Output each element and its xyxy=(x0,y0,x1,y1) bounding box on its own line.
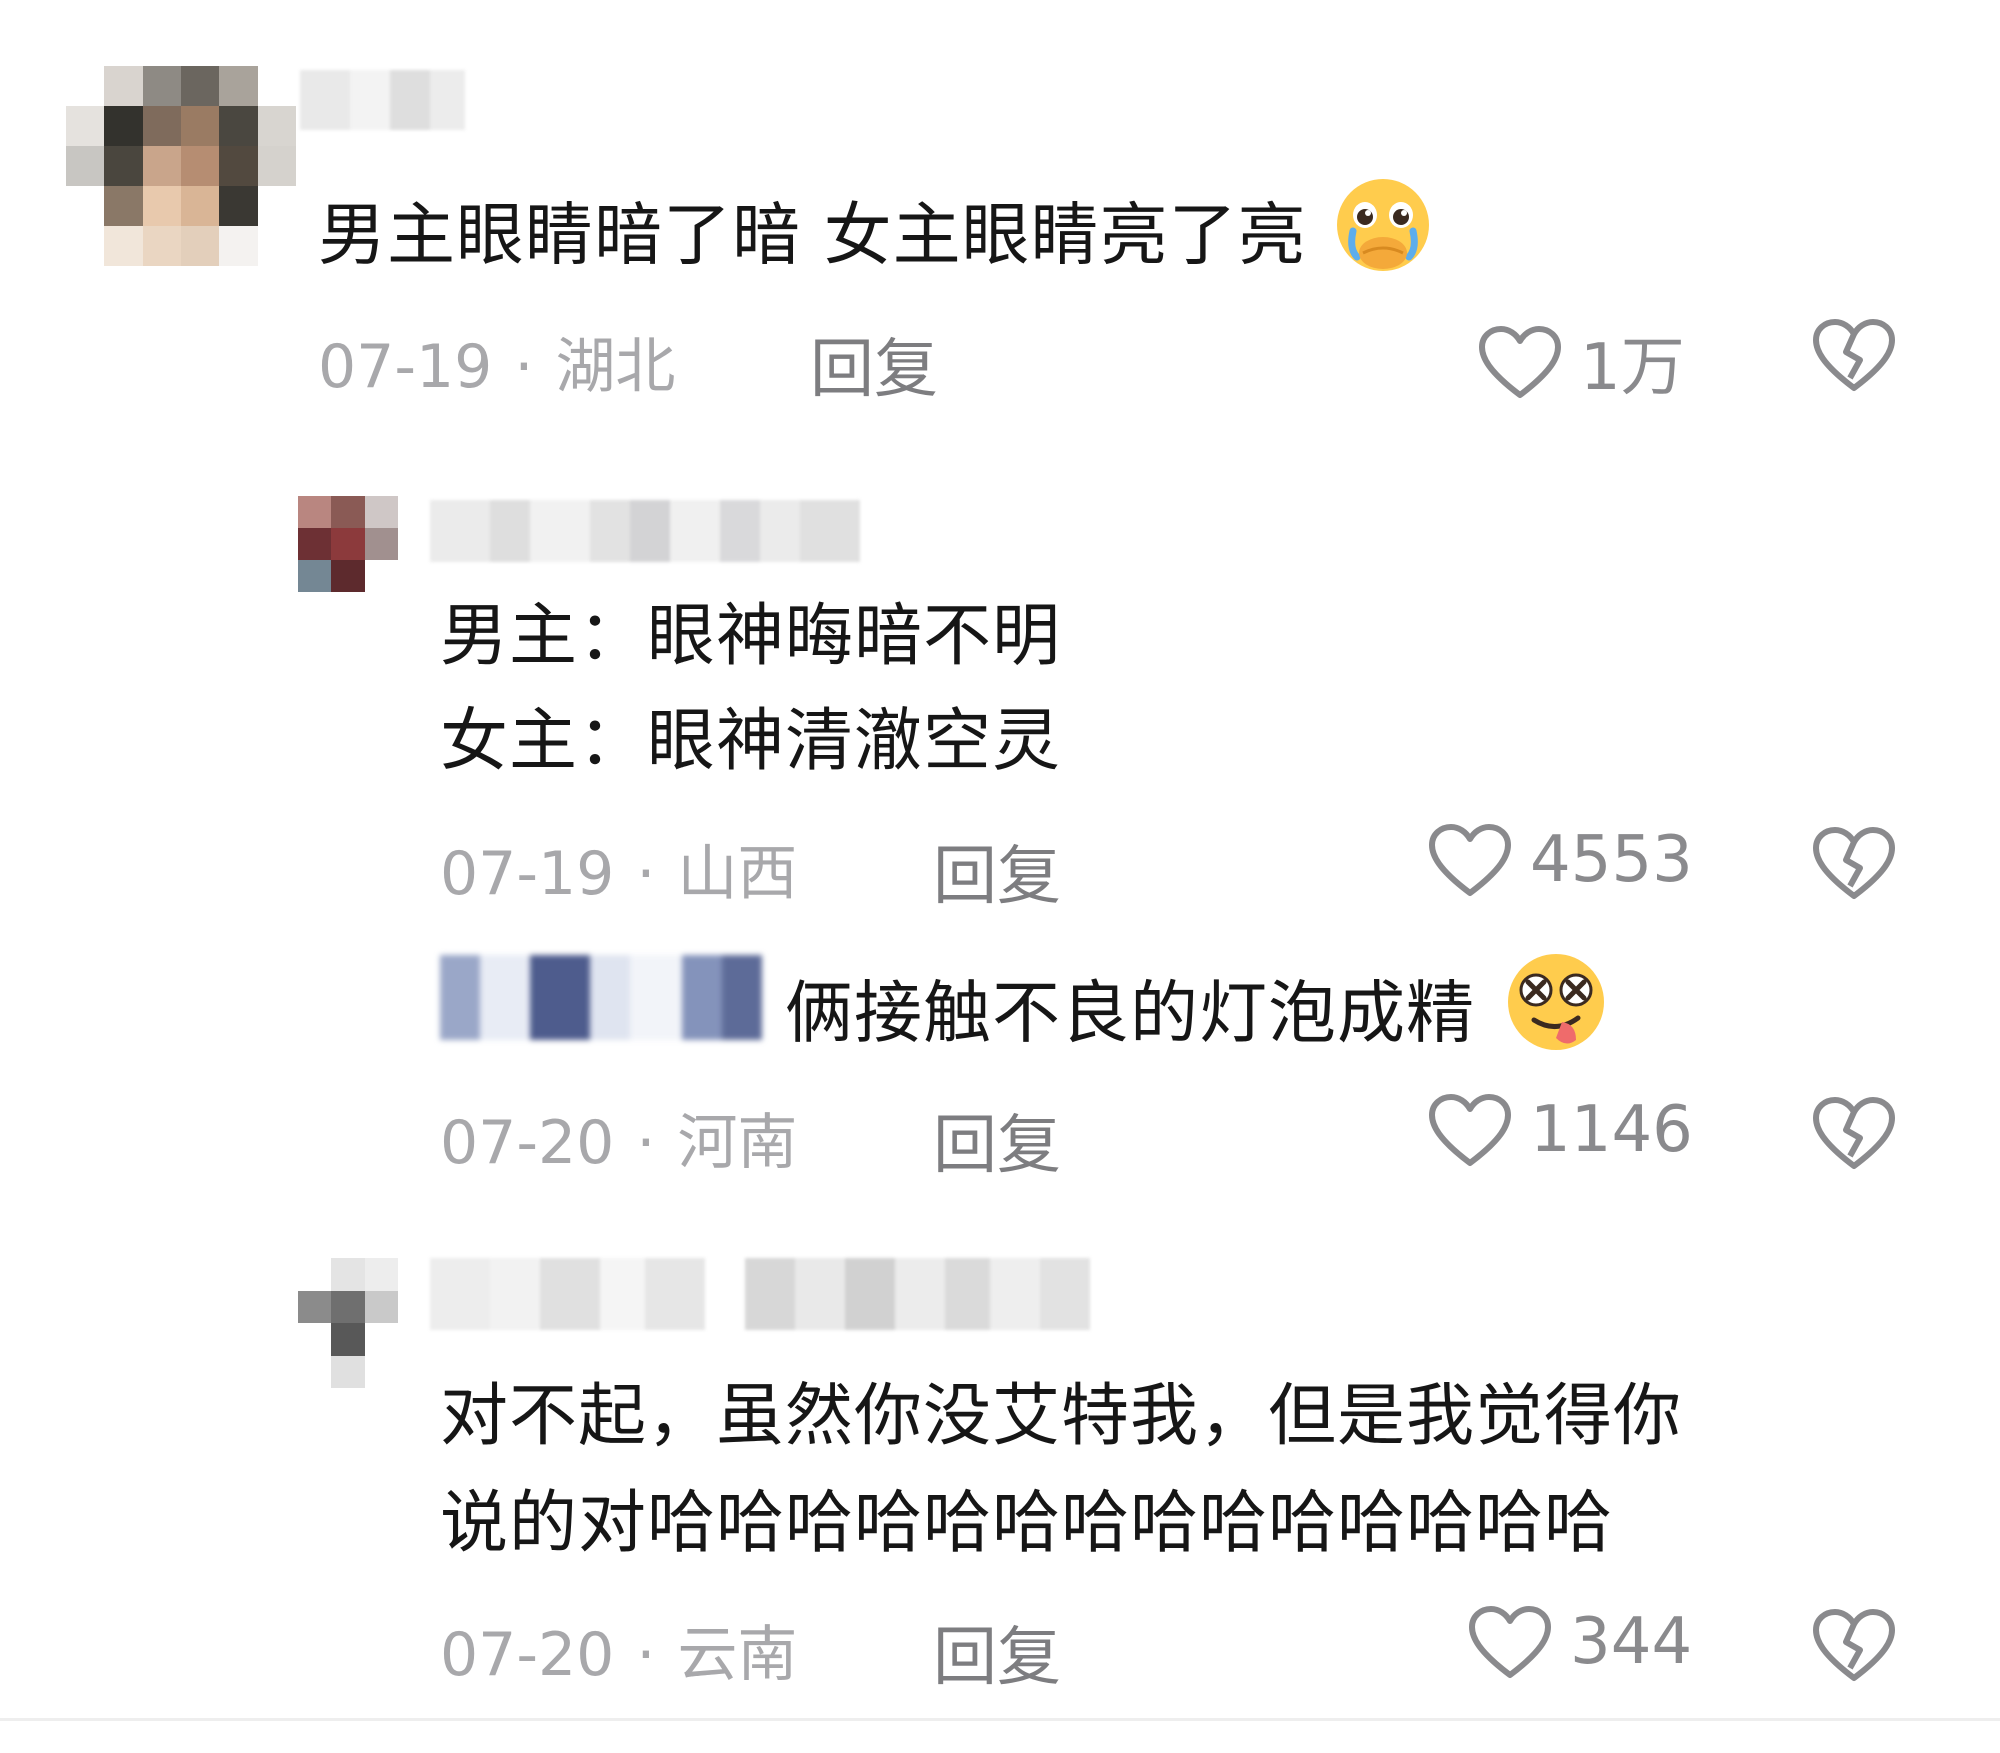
comment-body: 俩接触不良的灯泡成精 xyxy=(785,974,1476,1054)
pleading-face-emoji xyxy=(1329,175,1441,305)
avatar[interactable] xyxy=(66,66,296,266)
comment-meta: 07-19 · 山西 xyxy=(440,839,798,909)
heart-outline-icon xyxy=(1478,325,1562,399)
dislike-button[interactable] xyxy=(1812,318,1896,392)
comment-location: 山西 xyxy=(677,839,798,909)
divider xyxy=(0,1718,2000,1721)
comment-meta: 07-19 · 湖北 xyxy=(318,332,676,402)
like-button[interactable]: 344 xyxy=(1468,1605,1692,1679)
username-redacted[interactable] xyxy=(300,70,465,130)
reply-button[interactable]: 回复 xyxy=(933,825,1061,917)
username-redacted[interactable] xyxy=(430,500,860,562)
like-button[interactable]: 4553 xyxy=(1428,823,1693,897)
dizzy-tongue-face-emoji xyxy=(1498,950,1616,1086)
comment-location: 河南 xyxy=(677,1108,798,1178)
comment-text-line-1: 男主：眼神晦暗不明 xyxy=(440,597,1062,676)
like-count: 344 xyxy=(1570,1605,1693,1679)
comment-text-line-2: 女主：眼神清澈空灵 xyxy=(440,702,1062,781)
heart-outline-icon xyxy=(1428,823,1512,897)
like-count: 1146 xyxy=(1530,1093,1693,1167)
comment-text: 俩接触不良的灯泡成精 xyxy=(785,950,1616,1086)
username-redacted[interactable] xyxy=(440,955,762,1040)
comment-date: 07-19 xyxy=(440,839,615,909)
avatar[interactable] xyxy=(298,1258,398,1388)
broken-heart-icon xyxy=(1812,1096,1896,1170)
like-button[interactable]: 1146 xyxy=(1428,1093,1693,1167)
like-count: 1万 xyxy=(1580,331,1685,405)
reply-button[interactable]: 回复 xyxy=(933,1606,1061,1698)
comment-body: 男主眼睛暗了暗 女主眼睛亮了亮 xyxy=(318,196,1307,276)
comment-text-line-2: 说的对哈哈哈哈哈哈哈哈哈哈哈哈哈哈 xyxy=(440,1484,1614,1563)
comment-date: 07-20 xyxy=(440,1108,615,1178)
avatar[interactable] xyxy=(298,496,398,592)
comment-meta: 07-20 · 云南 xyxy=(440,1620,798,1690)
heart-outline-icon xyxy=(1468,1605,1552,1679)
broken-heart-icon xyxy=(1812,318,1896,392)
heart-outline-icon xyxy=(1428,1093,1512,1167)
dislike-button[interactable] xyxy=(1812,1096,1896,1170)
comment-date: 07-19 xyxy=(318,332,493,402)
comment-date: 07-20 xyxy=(440,1620,615,1690)
like-button[interactable]: 1万 xyxy=(1478,316,1685,408)
comment-location: 云南 xyxy=(677,1620,798,1690)
dislike-button[interactable] xyxy=(1812,826,1896,900)
like-count: 4553 xyxy=(1530,823,1693,897)
reply-button[interactable]: 回复 xyxy=(810,318,938,410)
comment-location: 湖北 xyxy=(555,332,676,402)
username-redacted[interactable] xyxy=(430,1258,1090,1330)
comment-text: 男主眼睛暗了暗 女主眼睛亮了亮 xyxy=(318,175,1441,305)
broken-heart-icon xyxy=(1812,826,1896,900)
dislike-button[interactable] xyxy=(1812,1608,1896,1682)
broken-heart-icon xyxy=(1812,1608,1896,1682)
reply-button[interactable]: 回复 xyxy=(933,1094,1061,1186)
comment-meta: 07-20 · 河南 xyxy=(440,1108,798,1178)
comment-text-line-1: 对不起，虽然你没艾特我，但是我觉得你 xyxy=(440,1377,1683,1456)
